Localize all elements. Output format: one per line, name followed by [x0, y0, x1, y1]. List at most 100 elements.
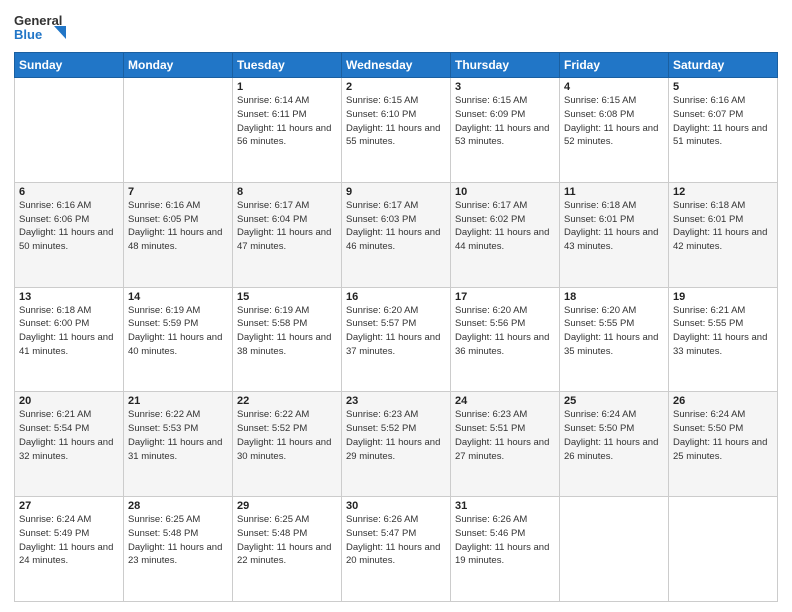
- day-cell: 12Sunrise: 6:18 AMSunset: 6:01 PMDayligh…: [669, 182, 778, 287]
- day-cell: 30Sunrise: 6:26 AMSunset: 5:47 PMDayligh…: [342, 497, 451, 602]
- day-info: Sunrise: 6:15 AMSunset: 6:08 PMDaylight:…: [564, 94, 664, 149]
- day-cell: 2Sunrise: 6:15 AMSunset: 6:10 PMDaylight…: [342, 78, 451, 183]
- day-info: Sunrise: 6:18 AMSunset: 6:01 PMDaylight:…: [673, 199, 773, 254]
- calendar-container: GeneralBlue SundayMondayTuesdayWednesday…: [0, 0, 792, 612]
- week-row-4: 20Sunrise: 6:21 AMSunset: 5:54 PMDayligh…: [15, 392, 778, 497]
- week-row-1: 1Sunrise: 6:14 AMSunset: 6:11 PMDaylight…: [15, 78, 778, 183]
- day-info: Sunrise: 6:24 AMSunset: 5:50 PMDaylight:…: [564, 408, 664, 463]
- weekday-header-thursday: Thursday: [451, 53, 560, 78]
- day-number: 29: [237, 500, 337, 512]
- day-number: 4: [564, 81, 664, 93]
- day-info: Sunrise: 6:15 AMSunset: 6:09 PMDaylight:…: [455, 94, 555, 149]
- day-info: Sunrise: 6:19 AMSunset: 5:58 PMDaylight:…: [237, 304, 337, 359]
- calendar-table: SundayMondayTuesdayWednesdayThursdayFrid…: [14, 52, 778, 602]
- day-cell: 22Sunrise: 6:22 AMSunset: 5:52 PMDayligh…: [233, 392, 342, 497]
- day-info: Sunrise: 6:22 AMSunset: 5:52 PMDaylight:…: [237, 408, 337, 463]
- day-info: Sunrise: 6:16 AMSunset: 6:05 PMDaylight:…: [128, 199, 228, 254]
- day-number: 28: [128, 500, 228, 512]
- day-cell: 8Sunrise: 6:17 AMSunset: 6:04 PMDaylight…: [233, 182, 342, 287]
- day-number: 7: [128, 186, 228, 198]
- day-number: 10: [455, 186, 555, 198]
- day-cell: [560, 497, 669, 602]
- day-number: 6: [19, 186, 119, 198]
- day-cell: 18Sunrise: 6:20 AMSunset: 5:55 PMDayligh…: [560, 287, 669, 392]
- day-number: 20: [19, 395, 119, 407]
- day-cell: 23Sunrise: 6:23 AMSunset: 5:52 PMDayligh…: [342, 392, 451, 497]
- day-info: Sunrise: 6:16 AMSunset: 6:07 PMDaylight:…: [673, 94, 773, 149]
- day-cell: 14Sunrise: 6:19 AMSunset: 5:59 PMDayligh…: [124, 287, 233, 392]
- day-cell: 19Sunrise: 6:21 AMSunset: 5:55 PMDayligh…: [669, 287, 778, 392]
- day-cell: [669, 497, 778, 602]
- day-number: 16: [346, 291, 446, 303]
- svg-text:Blue: Blue: [14, 27, 42, 42]
- day-cell: 1Sunrise: 6:14 AMSunset: 6:11 PMDaylight…: [233, 78, 342, 183]
- day-number: 23: [346, 395, 446, 407]
- day-cell: 15Sunrise: 6:19 AMSunset: 5:58 PMDayligh…: [233, 287, 342, 392]
- day-cell: 4Sunrise: 6:15 AMSunset: 6:08 PMDaylight…: [560, 78, 669, 183]
- svg-text:General: General: [14, 13, 62, 28]
- day-info: Sunrise: 6:26 AMSunset: 5:47 PMDaylight:…: [346, 513, 446, 568]
- day-info: Sunrise: 6:23 AMSunset: 5:51 PMDaylight:…: [455, 408, 555, 463]
- day-cell: 20Sunrise: 6:21 AMSunset: 5:54 PMDayligh…: [15, 392, 124, 497]
- day-number: 17: [455, 291, 555, 303]
- day-cell: 5Sunrise: 6:16 AMSunset: 6:07 PMDaylight…: [669, 78, 778, 183]
- weekday-header-row: SundayMondayTuesdayWednesdayThursdayFrid…: [15, 53, 778, 78]
- day-cell: 27Sunrise: 6:24 AMSunset: 5:49 PMDayligh…: [15, 497, 124, 602]
- day-number: 9: [346, 186, 446, 198]
- day-cell: [124, 78, 233, 183]
- day-info: Sunrise: 6:22 AMSunset: 5:53 PMDaylight:…: [128, 408, 228, 463]
- day-number: 30: [346, 500, 446, 512]
- weekday-header-sunday: Sunday: [15, 53, 124, 78]
- day-cell: 6Sunrise: 6:16 AMSunset: 6:06 PMDaylight…: [15, 182, 124, 287]
- day-number: 11: [564, 186, 664, 198]
- day-number: 26: [673, 395, 773, 407]
- day-info: Sunrise: 6:24 AMSunset: 5:49 PMDaylight:…: [19, 513, 119, 568]
- logo-svg: GeneralBlue: [14, 10, 69, 46]
- day-info: Sunrise: 6:25 AMSunset: 5:48 PMDaylight:…: [128, 513, 228, 568]
- day-info: Sunrise: 6:25 AMSunset: 5:48 PMDaylight:…: [237, 513, 337, 568]
- day-info: Sunrise: 6:23 AMSunset: 5:52 PMDaylight:…: [346, 408, 446, 463]
- week-row-3: 13Sunrise: 6:18 AMSunset: 6:00 PMDayligh…: [15, 287, 778, 392]
- day-info: Sunrise: 6:21 AMSunset: 5:55 PMDaylight:…: [673, 304, 773, 359]
- day-number: 31: [455, 500, 555, 512]
- day-cell: 3Sunrise: 6:15 AMSunset: 6:09 PMDaylight…: [451, 78, 560, 183]
- day-number: 14: [128, 291, 228, 303]
- day-cell: 28Sunrise: 6:25 AMSunset: 5:48 PMDayligh…: [124, 497, 233, 602]
- day-number: 1: [237, 81, 337, 93]
- day-cell: 16Sunrise: 6:20 AMSunset: 5:57 PMDayligh…: [342, 287, 451, 392]
- header: GeneralBlue: [14, 10, 778, 46]
- day-cell: 10Sunrise: 6:17 AMSunset: 6:02 PMDayligh…: [451, 182, 560, 287]
- day-number: 3: [455, 81, 555, 93]
- day-info: Sunrise: 6:26 AMSunset: 5:46 PMDaylight:…: [455, 513, 555, 568]
- day-info: Sunrise: 6:20 AMSunset: 5:57 PMDaylight:…: [346, 304, 446, 359]
- day-cell: 31Sunrise: 6:26 AMSunset: 5:46 PMDayligh…: [451, 497, 560, 602]
- week-row-5: 27Sunrise: 6:24 AMSunset: 5:49 PMDayligh…: [15, 497, 778, 602]
- day-number: 13: [19, 291, 119, 303]
- day-info: Sunrise: 6:24 AMSunset: 5:50 PMDaylight:…: [673, 408, 773, 463]
- day-cell: 25Sunrise: 6:24 AMSunset: 5:50 PMDayligh…: [560, 392, 669, 497]
- day-info: Sunrise: 6:17 AMSunset: 6:03 PMDaylight:…: [346, 199, 446, 254]
- day-info: Sunrise: 6:18 AMSunset: 6:00 PMDaylight:…: [19, 304, 119, 359]
- day-cell: 26Sunrise: 6:24 AMSunset: 5:50 PMDayligh…: [669, 392, 778, 497]
- day-info: Sunrise: 6:18 AMSunset: 6:01 PMDaylight:…: [564, 199, 664, 254]
- week-row-2: 6Sunrise: 6:16 AMSunset: 6:06 PMDaylight…: [15, 182, 778, 287]
- day-cell: 13Sunrise: 6:18 AMSunset: 6:00 PMDayligh…: [15, 287, 124, 392]
- weekday-header-saturday: Saturday: [669, 53, 778, 78]
- weekday-header-friday: Friday: [560, 53, 669, 78]
- day-number: 5: [673, 81, 773, 93]
- day-number: 27: [19, 500, 119, 512]
- day-number: 18: [564, 291, 664, 303]
- weekday-header-tuesday: Tuesday: [233, 53, 342, 78]
- day-cell: 29Sunrise: 6:25 AMSunset: 5:48 PMDayligh…: [233, 497, 342, 602]
- day-info: Sunrise: 6:15 AMSunset: 6:10 PMDaylight:…: [346, 94, 446, 149]
- day-cell: 21Sunrise: 6:22 AMSunset: 5:53 PMDayligh…: [124, 392, 233, 497]
- weekday-header-wednesday: Wednesday: [342, 53, 451, 78]
- day-info: Sunrise: 6:20 AMSunset: 5:56 PMDaylight:…: [455, 304, 555, 359]
- day-cell: 17Sunrise: 6:20 AMSunset: 5:56 PMDayligh…: [451, 287, 560, 392]
- day-number: 12: [673, 186, 773, 198]
- day-number: 19: [673, 291, 773, 303]
- day-cell: 24Sunrise: 6:23 AMSunset: 5:51 PMDayligh…: [451, 392, 560, 497]
- day-info: Sunrise: 6:17 AMSunset: 6:02 PMDaylight:…: [455, 199, 555, 254]
- day-cell: 11Sunrise: 6:18 AMSunset: 6:01 PMDayligh…: [560, 182, 669, 287]
- day-info: Sunrise: 6:16 AMSunset: 6:06 PMDaylight:…: [19, 199, 119, 254]
